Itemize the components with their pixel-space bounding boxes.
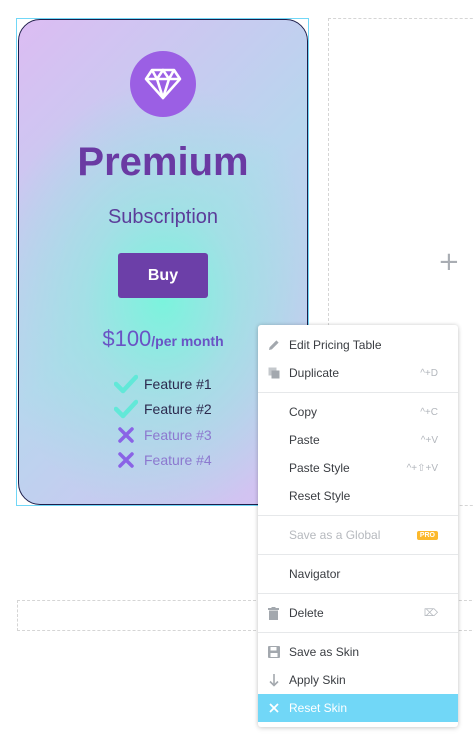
cross-icon bbox=[113, 452, 139, 468]
menu-divider bbox=[258, 632, 458, 633]
buy-button[interactable]: Buy bbox=[118, 253, 208, 298]
pro-badge: PRO bbox=[416, 530, 438, 540]
menu-item-save-as-skin[interactable]: Save as Skin bbox=[258, 638, 458, 666]
menu-item-label: Delete bbox=[289, 606, 324, 620]
menu-item-label: Navigator bbox=[289, 567, 341, 581]
menu-item-label: Apply Skin bbox=[289, 673, 346, 687]
check-icon bbox=[113, 374, 139, 394]
menu-item-paste[interactable]: Paste ^+V bbox=[258, 426, 458, 454]
menu-item-duplicate[interactable]: Duplicate ^+D bbox=[258, 359, 458, 387]
menu-divider bbox=[258, 392, 458, 393]
menu-item-label: Save as Skin bbox=[289, 645, 360, 659]
arrow-down-icon bbox=[258, 673, 289, 687]
price-amount: $100 bbox=[102, 326, 152, 351]
feature-label: Feature #4 bbox=[144, 452, 212, 469]
trash-icon bbox=[258, 606, 289, 620]
pencil-icon bbox=[258, 339, 289, 351]
menu-item-delete[interactable]: Delete ⌦ bbox=[258, 599, 458, 627]
feature-label: Feature #1 bbox=[144, 375, 212, 392]
context-menu: Edit Pricing Table Duplicate ^+D Copy ^+… bbox=[258, 325, 458, 727]
menu-shortcut: ^+C bbox=[420, 406, 438, 418]
menu-item-label: Copy bbox=[289, 405, 318, 419]
menu-item-label: Reset Skin bbox=[289, 701, 348, 715]
menu-shortcut: ^+D bbox=[420, 367, 438, 379]
close-icon bbox=[258, 703, 289, 713]
menu-item-label: Reset Style bbox=[289, 489, 351, 503]
menu-shortcut: ^+V bbox=[420, 434, 438, 446]
menu-shortcut: ^+⇧+V bbox=[406, 462, 438, 474]
price-period: /per month bbox=[151, 333, 224, 349]
diamond-icon bbox=[130, 51, 196, 117]
menu-item-apply-skin[interactable]: Apply Skin bbox=[258, 666, 458, 694]
menu-item-copy[interactable]: Copy ^+C bbox=[258, 398, 458, 426]
menu-divider bbox=[258, 593, 458, 594]
check-icon bbox=[113, 399, 139, 419]
menu-item-label: Save as a Global bbox=[289, 528, 381, 542]
menu-item-label: Paste Style bbox=[289, 461, 350, 475]
menu-shortcut: ⌦ bbox=[423, 607, 438, 619]
menu-item-paste-style[interactable]: Paste Style ^+⇧+V bbox=[258, 454, 458, 482]
duplicate-icon bbox=[258, 367, 289, 379]
menu-item-reset-skin[interactable]: Reset Skin bbox=[258, 694, 458, 722]
save-icon bbox=[258, 646, 289, 658]
menu-item-navigator[interactable]: Navigator bbox=[258, 560, 458, 588]
menu-item-label: Duplicate bbox=[289, 366, 340, 380]
menu-divider bbox=[258, 515, 458, 516]
add-element-icon[interactable]: + bbox=[438, 247, 460, 277]
feature-label: Feature #2 bbox=[144, 401, 212, 418]
menu-divider bbox=[258, 554, 458, 555]
menu-item-label: Paste bbox=[289, 433, 320, 447]
menu-item-reset-style[interactable]: Reset Style bbox=[258, 482, 458, 510]
pricing-subtitle: Subscription bbox=[107, 206, 219, 228]
menu-item-save-as-global[interactable]: Save as a Global PRO bbox=[258, 521, 458, 549]
feature-label: Feature #3 bbox=[144, 426, 212, 443]
menu-item-edit-pricing-table[interactable]: Edit Pricing Table bbox=[258, 331, 458, 359]
menu-item-label: Edit Pricing Table bbox=[289, 338, 382, 352]
cross-icon bbox=[113, 427, 139, 443]
pricing-title: Premium bbox=[77, 140, 249, 184]
